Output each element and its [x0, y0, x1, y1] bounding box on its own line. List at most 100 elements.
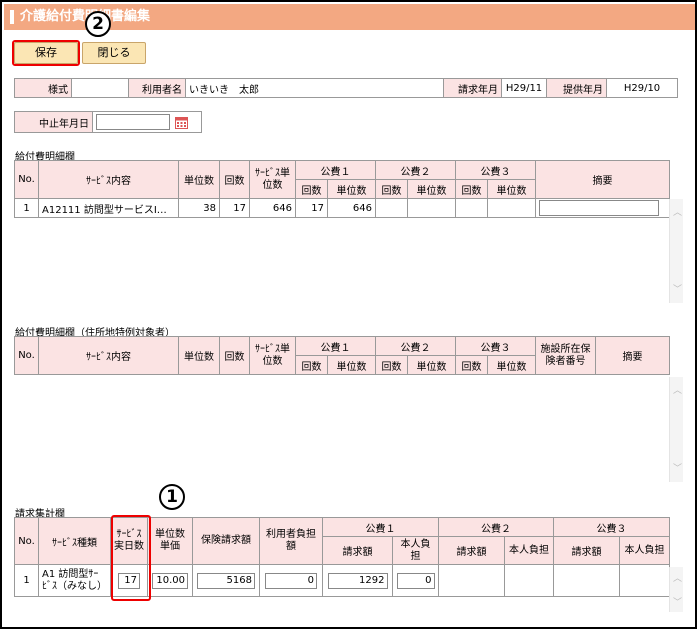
cell-count: 17	[219, 198, 250, 218]
cell-p1-units: 646	[327, 198, 376, 218]
col-pub3: 公費３	[553, 517, 670, 537]
col-p2-claim: 請求額	[438, 536, 505, 565]
save-highlight	[12, 40, 80, 66]
col-pub2: 公費２	[438, 517, 554, 537]
col-pub1: 公費１	[295, 336, 376, 356]
col-unit: 単位数	[178, 336, 220, 375]
col-count: 回数	[219, 160, 250, 199]
col-memo: 摘要	[535, 160, 670, 199]
col-p2-count: 回数	[375, 355, 408, 375]
callout-2: 2	[85, 11, 111, 37]
col-user-burden: 利用者負担額	[259, 517, 323, 565]
stop-date-cell	[92, 111, 202, 133]
stop-date-input[interactable]	[96, 114, 170, 130]
chevron-up-icon[interactable]: ︿	[673, 383, 682, 396]
cell-p3-self	[619, 564, 670, 597]
cell-no: 1	[14, 198, 39, 218]
col-p1-count: 回数	[295, 179, 328, 199]
col-p1-unit: 単位数	[327, 355, 376, 375]
cell-type: A1 訪問型ｻｰﾋﾞｽ（みなし）	[38, 564, 111, 597]
p1-self-input[interactable]: 0	[396, 572, 435, 589]
calendar-icon[interactable]	[175, 116, 189, 129]
col-facility: 施設所在保険者番号	[535, 336, 596, 375]
user-burden-input[interactable]: 0	[265, 572, 317, 589]
col-p2-self: 本人負担	[504, 536, 554, 565]
format-value	[71, 78, 129, 98]
cell-p2-units	[407, 198, 456, 218]
chevron-up-icon[interactable]: ︿	[673, 571, 682, 584]
table-row[interactable]: 1 A12111 訪問型サービスⅠ… 38 17 646 17 646	[14, 198, 670, 218]
user-label: 利用者名	[128, 78, 186, 98]
col-service: ｻｰﾋﾞｽ内容	[38, 160, 179, 199]
col-type: ｻｰﾋﾞｽ種類	[38, 517, 111, 565]
unit-price-input[interactable]: 10.00	[152, 572, 188, 589]
cell-p1-self: 0	[392, 564, 439, 597]
col-pub2: 公費２	[375, 336, 456, 356]
claim-month-value: H29/11	[501, 78, 547, 98]
cell-memo	[535, 198, 670, 218]
cell-service: A12111 訪問型サービスⅠ…	[38, 198, 179, 218]
col-p2-unit: 単位数	[407, 179, 456, 199]
cell-unit: 38	[178, 198, 220, 218]
stop-date-label: 中止年月日	[14, 111, 93, 133]
detail-special-table: No. ｻｰﾋﾞｽ内容 単位数 回数 ｻｰﾋﾞｽ単位数 公費１ 公費２ 公費３ …	[14, 336, 670, 375]
callout-1: 1	[159, 484, 185, 510]
cell-p1-claim: 1292	[322, 564, 393, 597]
col-p1-claim: 請求額	[322, 536, 393, 565]
cell-p2-self	[504, 564, 554, 597]
col-count: 回数	[219, 336, 250, 375]
col-memo: 摘要	[595, 336, 670, 375]
cell-p2-count	[375, 198, 408, 218]
chevron-down-icon[interactable]: ﹀	[673, 595, 682, 608]
days-highlight	[111, 515, 151, 601]
summary-scrollbar[interactable]: ︿ ﹀	[669, 567, 683, 612]
col-service-units: ｻｰﾋﾞｽ単位数	[249, 160, 296, 199]
col-pub3: 公費３	[455, 336, 536, 356]
col-p2-count: 回数	[375, 179, 408, 199]
cell-p3-units	[487, 198, 536, 218]
col-p3-unit: 単位数	[487, 355, 536, 375]
col-p1-self: 本人負担	[392, 536, 439, 565]
user-value: いきいき 太郎	[185, 78, 444, 98]
claim-month-label: 請求年月	[443, 78, 502, 98]
memo-input[interactable]	[539, 200, 659, 216]
detail-scrollbar[interactable]: ︿ ﹀	[669, 199, 683, 303]
col-no: No.	[14, 336, 39, 375]
col-pub3: 公費３	[455, 160, 536, 180]
title-accent	[10, 10, 14, 24]
cell-unit-price: 10.00	[147, 564, 193, 597]
col-p1-count: 回数	[295, 355, 328, 375]
col-p2-unit: 単位数	[407, 355, 456, 375]
close-button[interactable]: 閉じる	[82, 42, 146, 64]
col-no: No.	[14, 160, 39, 199]
cell-service-units: 646	[249, 198, 296, 218]
col-p3-claim: 請求額	[553, 536, 620, 565]
cell-p3-claim	[553, 564, 620, 597]
info-table: 様式 利用者名 いきいき 太郎 請求年月 H29/11 提供年月 H29/10	[14, 78, 678, 98]
p1-claim-input[interactable]: 1292	[327, 572, 388, 589]
format-label: 様式	[14, 78, 72, 98]
detail-special-scrollbar[interactable]: ︿ ﹀	[669, 377, 683, 482]
service-month-label: 提供年月	[546, 78, 607, 98]
stop-date-table: 中止年月日	[14, 111, 202, 133]
col-p3-count: 回数	[455, 179, 488, 199]
col-no: No.	[14, 517, 39, 565]
col-pub1: 公費１	[295, 160, 376, 180]
col-insurance: 保険請求額	[192, 517, 260, 565]
cell-p2-claim	[438, 564, 505, 597]
chevron-down-icon[interactable]: ﹀	[673, 282, 682, 295]
insurance-input[interactable]: 5168	[197, 572, 255, 589]
col-p1-unit: 単位数	[327, 179, 376, 199]
col-service: ｻｰﾋﾞｽ内容	[38, 336, 179, 375]
col-unit-price: 単位数単価	[147, 517, 193, 565]
detail-table: No. ｻｰﾋﾞｽ内容 単位数 回数 ｻｰﾋﾞｽ単位数 公費１ 公費２ 公費３ …	[14, 160, 670, 218]
cell-p1-count: 17	[295, 198, 328, 218]
chevron-up-icon[interactable]: ︿	[673, 205, 682, 218]
col-service-units: ｻｰﾋﾞｽ単位数	[249, 336, 296, 375]
chevron-down-icon[interactable]: ﹀	[673, 461, 682, 474]
col-p3-self: 本人負担	[619, 536, 670, 565]
service-month-value: H29/10	[606, 78, 678, 98]
col-unit: 単位数	[178, 160, 220, 199]
cell-insurance: 5168	[192, 564, 260, 597]
col-p3-count: 回数	[455, 355, 488, 375]
